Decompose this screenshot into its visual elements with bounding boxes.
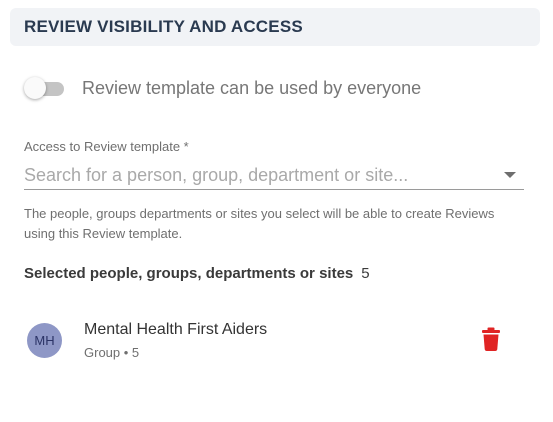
item-name: Mental Health First Aiders (84, 321, 268, 338)
everyone-toggle-label[interactable]: Review template can be used by everyone (82, 78, 421, 99)
access-field: Access to Review template * (24, 139, 524, 190)
item-meta: Group • 5 (84, 345, 140, 360)
list-item: MH Mental Health First Aiders Group • 5 (27, 320, 507, 364)
selected-heading-label: Selected people, groups, departments or … (24, 265, 354, 282)
everyone-toggle-switch[interactable] (24, 74, 70, 102)
avatar-initials: MH (34, 333, 55, 348)
selected-count: 5 (361, 265, 370, 282)
section-header: REVIEW VISIBILITY AND ACCESS (10, 8, 540, 46)
access-search-input[interactable] (24, 162, 504, 188)
access-helper-text: The people, groups departments or sites … (24, 206, 495, 241)
review-visibility-panel: REVIEW VISIBILITY AND ACCESS Review temp… (0, 0, 553, 422)
chevron-down-icon[interactable] (504, 172, 516, 178)
delete-button[interactable] (482, 327, 500, 351)
everyone-toggle-row: Review template can be used by everyone (24, 74, 421, 102)
toggle-thumb (24, 77, 46, 99)
trash-icon (482, 327, 500, 351)
access-field-label: Access to Review template * (24, 139, 189, 154)
access-field-input-row (24, 161, 524, 190)
avatar: MH (27, 323, 62, 358)
section-title: REVIEW VISIBILITY AND ACCESS (24, 17, 303, 36)
selected-heading: Selected people, groups, departments or … (24, 265, 370, 282)
